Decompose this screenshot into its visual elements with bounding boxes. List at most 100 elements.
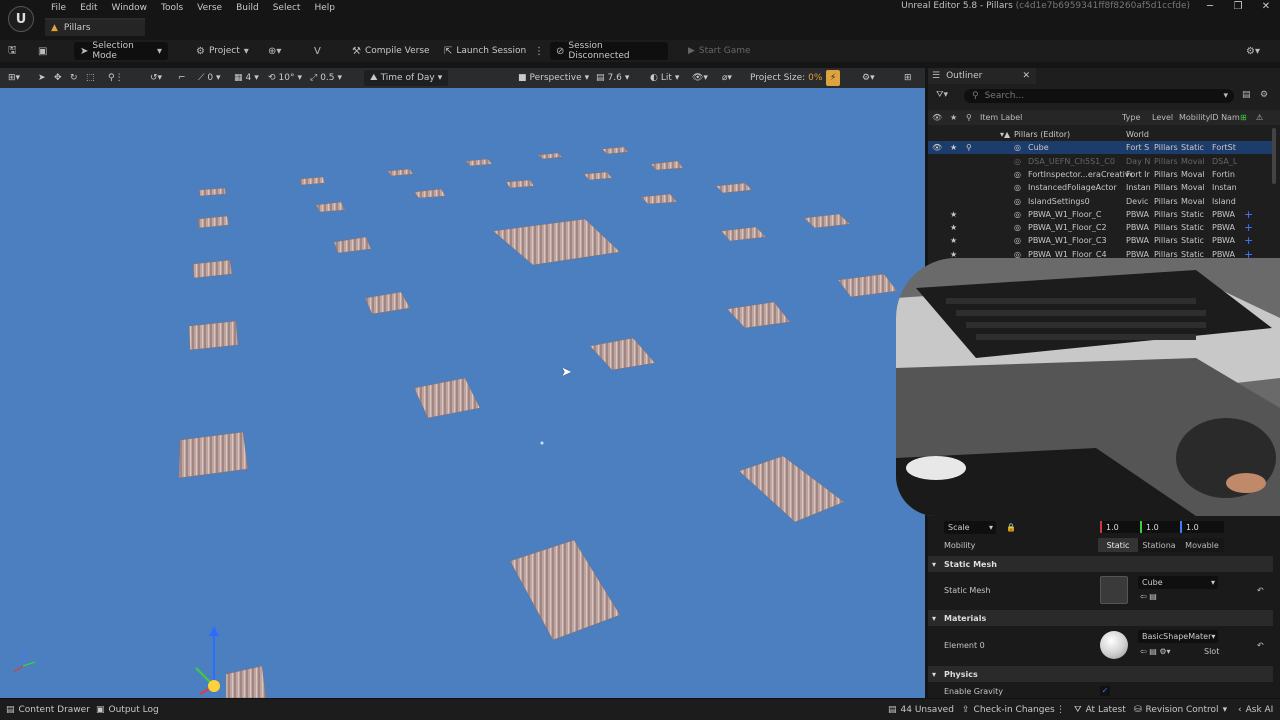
star-icon[interactable]: ★ xyxy=(950,143,957,152)
add-folder-icon[interactable]: ▤ xyxy=(1242,90,1251,100)
floor-tile[interactable] xyxy=(492,218,621,266)
content-browser-icon[interactable]: ▣ xyxy=(38,42,47,60)
outliner-row[interactable]: ★ ◎ PBWA_W1_Floor_C PBWA Pillars Static PBWA + xyxy=(928,208,1273,221)
floor-tile[interactable] xyxy=(837,273,898,298)
column-level[interactable]: Level xyxy=(1152,113,1173,122)
launch-session-button[interactable]: ⇱ Launch Session xyxy=(444,42,526,60)
add-icon[interactable]: + xyxy=(1244,221,1253,234)
floor-tile[interactable] xyxy=(505,179,535,189)
grid-snap-button[interactable]: ⟋ 0 ▾ xyxy=(198,70,221,86)
floor-tile[interactable] xyxy=(803,213,851,229)
scale-dropdown[interactable]: Scale ▾ xyxy=(944,520,996,534)
session-status-button[interactable]: ⊘ Session Disconnected xyxy=(550,41,668,61)
floor-tile[interactable] xyxy=(198,187,227,197)
floor-tile[interactable] xyxy=(601,146,629,155)
scale-x-input[interactable]: 1.0 xyxy=(1100,521,1144,533)
pin-icon[interactable]: ⚲ xyxy=(966,143,972,152)
outliner-row[interactable]: ◎ DSA_UEFN_Ch5S1_C0 Day N Pillars Moval DSA_L xyxy=(928,155,1273,168)
viewport-settings-icon[interactable]: ⚙▾ xyxy=(862,70,875,86)
minimize-icon[interactable]: ─ xyxy=(1196,0,1224,14)
outliner-row[interactable]: ◎ IslandSettings0 Devic Pillars Moval Island xyxy=(928,195,1273,208)
snap-icon[interactable]: ⌐ xyxy=(178,70,186,86)
menu-select[interactable]: Select xyxy=(266,3,308,13)
column-type[interactable]: Type xyxy=(1122,113,1140,122)
add-icon[interactable]: + xyxy=(1244,208,1253,221)
gizmo[interactable] xyxy=(195,626,220,695)
mobility-movable-option[interactable]: Movable xyxy=(1180,538,1224,552)
level-tab[interactable]: ▲ Pillars xyxy=(45,18,145,36)
content-drawer-button[interactable]: ▤ Content Drawer xyxy=(6,703,90,717)
floor-tile[interactable] xyxy=(387,168,414,177)
surface-snap-icon[interactable]: ↺▾ xyxy=(150,70,162,86)
physics-section[interactable]: ▾ Physics xyxy=(928,666,1273,682)
output-log-button[interactable]: ▣ Output Log xyxy=(96,703,159,717)
floor-tile[interactable] xyxy=(650,160,684,171)
restore-icon[interactable]: ❐ xyxy=(1224,0,1252,14)
performance-icon[interactable]: ⌀▾ xyxy=(722,70,732,86)
outliner-search[interactable]: ⚲ Search... ▾ xyxy=(964,89,1234,103)
lit-mode-button[interactable]: ◐ Lit ▾ xyxy=(650,70,679,86)
menu-help[interactable]: Help xyxy=(307,3,342,13)
reset-icon[interactable]: ↶ xyxy=(1257,641,1264,650)
more-status-icon[interactable]: ⋮ xyxy=(1056,703,1065,717)
mobility-stationary-option[interactable]: Stationa xyxy=(1138,538,1180,552)
star-icon[interactable]: ★ xyxy=(950,210,957,219)
world-local-icon[interactable]: ⚲⋮ xyxy=(108,70,124,86)
reset-icon[interactable]: ↶ xyxy=(1257,586,1264,595)
outliner-scrollbar[interactable] xyxy=(1272,128,1276,184)
outliner-row[interactable]: ◎ FortInspector...eraCreative1 Fort Ir Pill… xyxy=(928,168,1273,181)
outliner-row[interactable]: ★ ◎ PBWA_W1_Floor_C2 PBWA Pillars Static PBWA + xyxy=(928,221,1273,234)
warning-icon[interactable]: ⚡ xyxy=(826,70,840,86)
outliner-row[interactable]: 👁 ★ ⚲ ◎ Cube Fort S Pillars Static FortSt xyxy=(928,141,1273,155)
floor-tile[interactable] xyxy=(465,158,493,167)
floor-tile[interactable] xyxy=(715,182,753,194)
floor-tile[interactable] xyxy=(197,215,230,229)
unsaved-button[interactable]: ▤ 44 Unsaved xyxy=(888,703,954,717)
floor-tile[interactable] xyxy=(413,377,481,419)
cube-thumbnail[interactable] xyxy=(1100,576,1128,604)
menu-tools[interactable]: Tools xyxy=(154,3,190,13)
selection-mode-button[interactable]: ➤ Selection Mode ▾ xyxy=(74,41,168,61)
close-window-icon[interactable]: ✕ xyxy=(1252,0,1280,14)
outliner-tab[interactable]: ☰ Outliner ✕ xyxy=(928,68,1036,84)
floor-tile[interactable] xyxy=(726,301,791,329)
level-viewport[interactable]: ⊞▾ ➤ ✥ ↻ ⬚ ⚲⋮ ↺▾ ⌐ ⟋ 0 ▾ ▦ 4 ▾ ⟲ 10° ▾ ⤢ 0.5 ▾ ⛰… xyxy=(0,68,925,698)
add-column-icon[interactable]: ⊞ xyxy=(1240,113,1247,122)
floor-tile[interactable] xyxy=(537,152,563,160)
floor-tile[interactable] xyxy=(720,226,767,242)
menu-window[interactable]: Window xyxy=(105,3,155,13)
outliner-row[interactable]: ▾▲ Pillars (Editor) World xyxy=(928,128,1273,141)
settings-cluster-icon[interactable]: ⚙▾ xyxy=(1246,42,1260,60)
start-game-button[interactable]: ▶ Start Game xyxy=(688,42,751,60)
compile-verse-button[interactable]: ⚒ Compile Verse xyxy=(352,42,430,60)
add-actor-button[interactable]: ⊕▾ xyxy=(268,42,281,60)
show-flags-icon[interactable]: 👁▾ xyxy=(692,70,708,86)
menu-verse[interactable]: Verse xyxy=(190,3,229,13)
material-dropdown[interactable]: BasicShapeMater ▾ xyxy=(1138,630,1218,643)
static-mesh-dropdown[interactable]: Cube ▾ xyxy=(1138,576,1218,589)
static-mesh-section[interactable]: ▾ Static Mesh xyxy=(928,556,1273,572)
enable-gravity-checkbox[interactable]: ✓ xyxy=(1100,686,1110,696)
visibility-icon[interactable]: 👁 xyxy=(932,143,942,152)
material-thumbnail[interactable] xyxy=(1100,631,1128,659)
outliner-row[interactable]: ◎ InstancedFoliageActor Instan Pillars Moval… xyxy=(928,181,1273,194)
star-icon[interactable]: ★ xyxy=(950,236,957,245)
floor-tile[interactable] xyxy=(738,455,845,523)
grid-size-button[interactable]: ▦ 4 ▾ xyxy=(234,70,259,86)
viewport-options-icon[interactable]: ⊞▾ xyxy=(8,70,20,86)
floor-tile[interactable] xyxy=(178,431,249,479)
floor-tile[interactable] xyxy=(192,259,233,279)
check-in-button[interactable]: ⇪ Check-in Changes xyxy=(962,703,1055,717)
floor-tile[interactable] xyxy=(225,665,267,698)
menu-build[interactable]: Build xyxy=(229,3,266,13)
floor-tile[interactable] xyxy=(333,236,372,254)
select-tool-icon[interactable]: ➤ xyxy=(38,70,46,86)
column-id-name[interactable]: ID Nam xyxy=(1210,113,1240,122)
browse-icon[interactable]: ⇦ ▤ xyxy=(1140,592,1157,601)
scale-y-input[interactable]: 1.0 xyxy=(1140,521,1184,533)
maximize-viewport-icon[interactable]: ⊞ xyxy=(904,70,912,86)
floor-tile[interactable] xyxy=(583,171,613,181)
floor-tile[interactable] xyxy=(188,320,239,351)
ask-ai-button[interactable]: ‹ Ask AI xyxy=(1238,703,1273,717)
project-button[interactable]: ⚙ Project ▾ xyxy=(196,42,249,60)
